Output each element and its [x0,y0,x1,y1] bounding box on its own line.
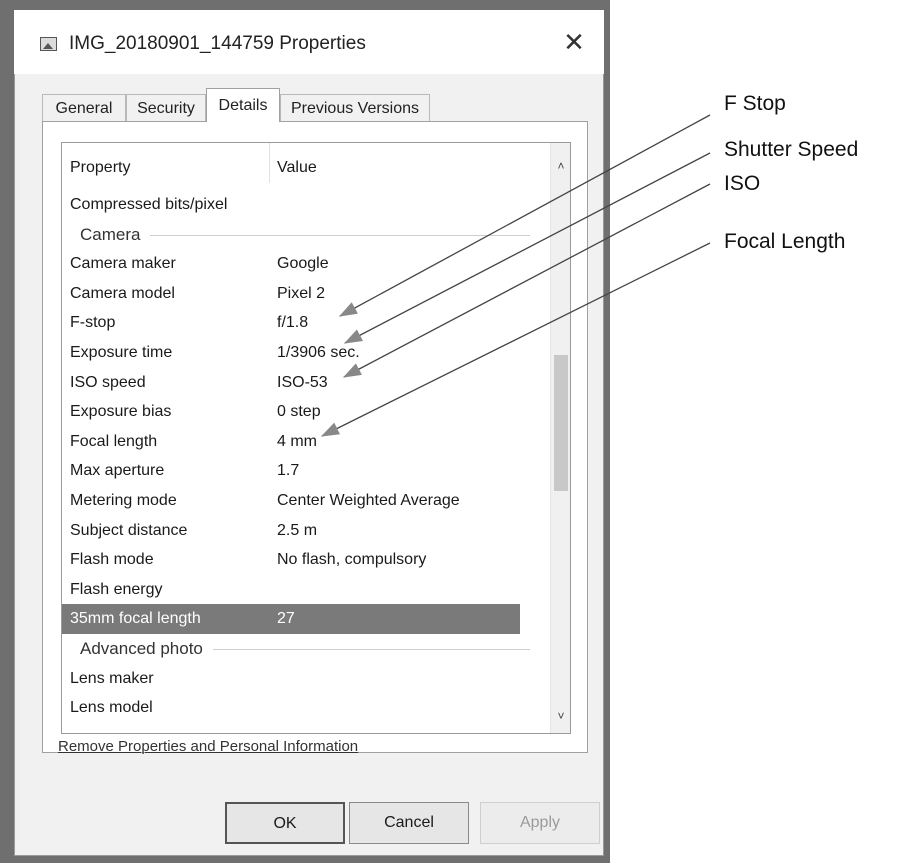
property-name: Camera maker [70,255,176,273]
property-name: Exposure bias [70,403,172,421]
ok-button[interactable]: OK [225,802,345,844]
remove-properties-link[interactable]: Remove Properties and Personal Informati… [58,738,358,755]
column-header-value[interactable]: Value [277,159,317,177]
property-name: Subject distance [70,521,188,539]
apply-button[interactable]: Apply [480,802,600,844]
property-name: Camera model [70,284,175,302]
property-name: F-stop [70,314,116,332]
property-name: Focal length [70,432,158,450]
property-row[interactable]: Subject distance 2.5 m [62,516,552,546]
property-name: Flash mode [70,551,154,569]
property-value: 4 mm [277,432,317,450]
group-divider [150,234,530,236]
tab-general[interactable]: General [42,94,126,122]
property-row[interactable]: Focal length 4 mm [62,427,552,457]
cancel-button[interactable]: Cancel [349,802,469,844]
scroll-up-icon[interactable]: ˄ [551,155,570,177]
property-value: ISO-53 [277,373,328,391]
list-header: Property Value [62,143,552,189]
property-value: Google [277,255,329,273]
property-value: Center Weighted Average [277,491,460,509]
property-name: Flash energy [70,580,163,598]
group-header[interactable]: Advanced photo [62,634,552,664]
window-title: IMG_20180901_144759 Properties [69,33,366,54]
close-button[interactable]: ✕ [560,28,588,56]
tab-security[interactable]: Security [126,94,206,122]
property-row[interactable]: Camera model Pixel 2 [62,279,552,309]
property-name: Compressed bits/pixel [70,196,228,213]
group-label: Advanced photo [80,638,203,658]
property-row[interactable]: ISO speed ISO-53 [62,368,552,398]
property-row[interactable]: Lens maker [62,664,552,694]
image-file-icon [40,37,57,51]
property-name: Max aperture [70,462,165,480]
group-header[interactable]: Camera [62,220,552,250]
tab-details[interactable]: Details [206,88,280,122]
property-row[interactable]: Flash energy [62,575,552,605]
property-name: 35mm focal length [70,610,201,628]
property-name: Lens model [70,699,153,717]
property-list[interactable]: Property Value Compressed bits/pixel Came… [61,142,571,734]
property-name: Exposure time [70,343,173,361]
property-name: Lens maker [70,669,154,687]
group-divider [213,648,530,650]
properties-dialog: IMG_20180901_144759 Properties ✕ General… [14,10,604,856]
group-label: Camera [80,224,141,244]
property-row[interactable]: Camera maker Google [62,249,552,279]
property-row[interactable]: F-stop f/1.8 [62,308,552,338]
column-divider[interactable] [269,143,270,183]
callout-label-iso: ISO [724,172,761,195]
details-panel: Property Value Compressed bits/pixel Came… [42,121,588,753]
property-value: Pixel 2 [277,284,326,302]
callout-label-focal-length: Focal Length [724,230,846,253]
property-value: 1/3906 sec. [277,343,360,361]
property-value: 0 step [277,403,321,421]
property-value: 27 [277,610,295,628]
callout-label-shutter-speed: Shutter Speed [724,138,859,161]
vertical-scrollbar[interactable]: ˄ ˅ [550,143,570,733]
property-row[interactable]: Lens model [62,693,552,723]
property-row[interactable]: Compressed bits/pixel [62,190,552,220]
property-name: ISO speed [70,373,146,391]
property-row[interactable]: Exposure time 1/3906 sec. [62,338,552,368]
property-row[interactable]: Metering mode Center Weighted Average [62,486,552,516]
property-value: 2.5 m [277,521,318,539]
property-row[interactable]: Max aperture 1.7 [62,456,552,486]
property-value: No flash, compulsory [277,551,427,569]
column-header-property[interactable]: Property [70,159,130,177]
property-value: 1.7 [277,462,300,480]
scroll-down-icon[interactable]: ˅ [551,705,570,727]
property-name: Metering mode [70,491,177,509]
scroll-thumb[interactable] [554,355,568,491]
property-row[interactable]: Exposure bias 0 step [62,397,552,427]
title-bar: IMG_20180901_144759 Properties ✕ [14,10,604,74]
tab-previous-versions[interactable]: Previous Versions [280,94,430,122]
property-rows: Compressed bits/pixel Camera Camera maker G… [62,190,552,723]
property-row[interactable]: Flash mode No flash, compulsory [62,545,552,575]
property-row-selected[interactable]: 35mm focal length 27 [62,604,520,634]
tab-strip: General Security Details Previous Versio… [42,88,582,122]
callout-label-f-stop: F Stop [724,92,786,115]
property-value: f/1.8 [277,314,309,332]
